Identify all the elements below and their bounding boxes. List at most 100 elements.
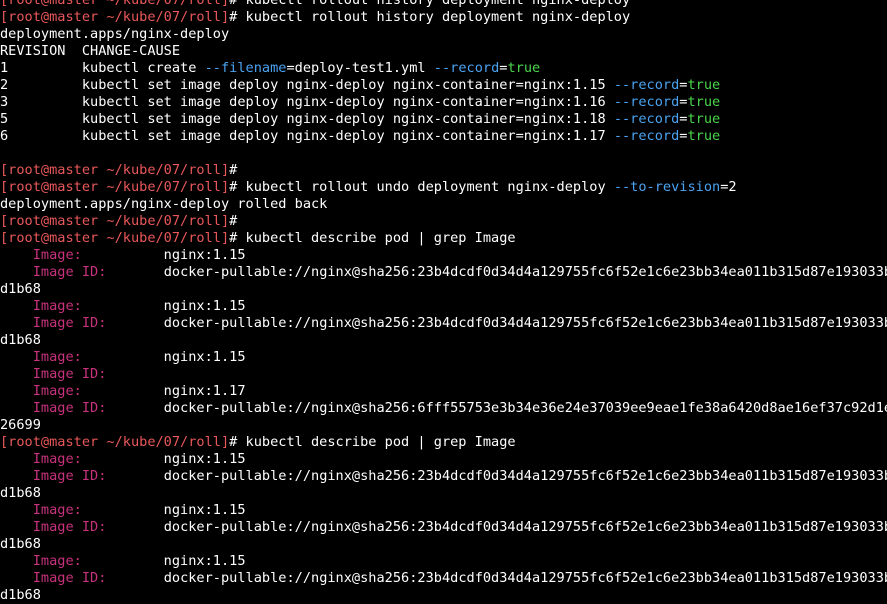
terminal-token-label: Image: bbox=[0, 553, 82, 569]
terminal-token-text: docker-pullable://nginx@sha256:23b4dcdf0… bbox=[106, 264, 887, 280]
terminal-token-text: nginx:1.15 bbox=[81, 502, 246, 518]
terminal-token-label: Image ID: bbox=[0, 366, 107, 382]
terminal-token-prompt: [root@master ~/kube/07/roll] bbox=[0, 434, 230, 450]
terminal-token-flag: --record bbox=[613, 128, 680, 144]
terminal-token-label: Image ID: bbox=[0, 468, 107, 484]
terminal-token-label: Image: bbox=[0, 383, 82, 399]
terminal-line: 26699 bbox=[0, 417, 887, 434]
terminal-token-val: true bbox=[687, 128, 721, 144]
terminal-line: [root@master ~/kube/07/roll]# kubectl ro… bbox=[0, 9, 887, 26]
terminal-token-text: docker-pullable://nginx@sha256:23b4dcdf0… bbox=[106, 315, 887, 331]
terminal-token-text: 6 kubectl set image deploy nginx-deploy … bbox=[0, 128, 614, 144]
terminal-token-text: # kubectl rollout history deployment ngi… bbox=[229, 9, 631, 25]
terminal-token-text: nginx:1.15 bbox=[81, 247, 246, 263]
terminal-token-val: true bbox=[687, 77, 721, 93]
terminal-token-text: # kubectl describe pod | grep Image bbox=[229, 434, 516, 450]
terminal-token-text: docker-pullable://nginx@sha256:23b4dcdf0… bbox=[106, 468, 887, 484]
terminal-output[interactable]: [root@master ~/kube/07/roll]# kubectl ro… bbox=[0, 0, 887, 604]
terminal-line: d1b68 bbox=[0, 587, 887, 604]
terminal-line: Image: nginx:1.15 bbox=[0, 502, 887, 519]
terminal-token-text: d1b68 bbox=[0, 281, 41, 297]
terminal-line: REVISION CHANGE-CAUSE bbox=[0, 43, 887, 60]
terminal-token-flag: --to-revision bbox=[613, 179, 721, 195]
terminal-token-flag: --record bbox=[433, 60, 500, 76]
terminal-token-text: nginx:1.15 bbox=[81, 451, 246, 467]
terminal-token-text: nginx:1.15 bbox=[81, 298, 246, 314]
terminal-line: d1b68 bbox=[0, 281, 887, 298]
terminal-token-val: true bbox=[687, 111, 721, 127]
terminal-token-label: Image: bbox=[0, 349, 82, 365]
terminal-token-text: docker-pullable://nginx@sha256:23b4dcdf0… bbox=[106, 570, 887, 586]
terminal-token-label: Image ID: bbox=[0, 264, 107, 280]
terminal-token-text: d1b68 bbox=[0, 332, 41, 348]
terminal-line: Image ID: docker-pullable://nginx@sha256… bbox=[0, 570, 887, 587]
terminal-line: d1b68 bbox=[0, 536, 887, 553]
terminal-token-text: # bbox=[229, 162, 238, 178]
terminal-line: d1b68 bbox=[0, 332, 887, 349]
terminal-token-text: docker-pullable://nginx@sha256:6fff55753… bbox=[106, 400, 887, 416]
terminal-token-val: true bbox=[507, 60, 541, 76]
terminal-line: 5 kubectl set image deploy nginx-deploy … bbox=[0, 111, 887, 128]
terminal-token-text: deployment.apps/nginx-deploy rolled back bbox=[0, 196, 328, 212]
terminal-line: Image ID: docker-pullable://nginx@sha256… bbox=[0, 315, 887, 332]
terminal-line: [root@master ~/kube/07/roll]# bbox=[0, 213, 887, 230]
terminal-token-prompt: [root@master ~/kube/07/roll] bbox=[0, 230, 230, 246]
terminal-token-val: true bbox=[687, 94, 721, 110]
terminal-token-text: =deploy-test1.yml bbox=[286, 60, 434, 76]
terminal-line: deployment.apps/nginx-deploy bbox=[0, 26, 887, 43]
terminal-line: Image ID: docker-pullable://nginx@sha256… bbox=[0, 400, 887, 417]
terminal-line: Image: nginx:1.15 bbox=[0, 349, 887, 366]
terminal-line: deployment.apps/nginx-deploy rolled back bbox=[0, 196, 887, 213]
terminal-token-label: Image ID: bbox=[0, 519, 107, 535]
terminal-line: [root@master ~/kube/07/roll]# kubectl de… bbox=[0, 230, 887, 247]
terminal-token-text: d1b68 bbox=[0, 485, 41, 501]
terminal-line: Image: nginx:1.15 bbox=[0, 553, 887, 570]
terminal-token-flag: --record bbox=[613, 94, 680, 110]
terminal-token-label: Image ID: bbox=[0, 315, 107, 331]
terminal-token-label: Image: bbox=[0, 451, 82, 467]
terminal-line: [root@master ~/kube/07/roll]# bbox=[0, 162, 887, 179]
terminal-token-text: deployment.apps/nginx-deploy bbox=[0, 26, 230, 42]
terminal-token-text: 26699 bbox=[0, 417, 41, 433]
terminal-token-flag: --record bbox=[613, 111, 680, 127]
terminal-token-text: # kubectl describe pod | grep Image bbox=[229, 230, 516, 246]
terminal-token-text: # bbox=[229, 213, 238, 229]
terminal-line: [root@master ~/kube/07/roll]# kubectl de… bbox=[0, 434, 887, 451]
terminal-token-flag: --record bbox=[613, 77, 680, 93]
terminal-token-prompt: [root@master ~/kube/07/roll] bbox=[0, 179, 230, 195]
terminal-token-text: =2 bbox=[720, 179, 737, 195]
terminal-token-label: Image ID: bbox=[0, 400, 107, 416]
terminal-line: 1 kubectl create --filename=deploy-test1… bbox=[0, 60, 887, 77]
terminal-line: 2 kubectl set image deploy nginx-deploy … bbox=[0, 77, 887, 94]
terminal-token-prompt: [root@master ~/kube/07/roll] bbox=[0, 213, 230, 229]
terminal-token-label: Image: bbox=[0, 298, 82, 314]
terminal-line: Image: nginx:1.15 bbox=[0, 247, 887, 264]
terminal-line: Image ID: docker-pullable://nginx@sha256… bbox=[0, 519, 887, 536]
terminal-line: Image: nginx:1.17 bbox=[0, 383, 887, 400]
terminal-token-text: d1b68 bbox=[0, 587, 41, 603]
terminal-token-flag: --filename bbox=[204, 60, 287, 76]
terminal-line: d1b68 bbox=[0, 485, 887, 502]
terminal-token-text: docker-pullable://nginx@sha256:23b4dcdf0… bbox=[106, 519, 887, 535]
terminal-token-text: # kubectl rollout undo deployment nginx-… bbox=[229, 179, 614, 195]
terminal-token-label: Image: bbox=[0, 502, 82, 518]
terminal-token-prompt: [root@master ~/kube/07/roll] bbox=[0, 0, 230, 8]
terminal-token-prompt: [root@master ~/kube/07/roll] bbox=[0, 9, 230, 25]
terminal-line: Image ID: bbox=[0, 366, 887, 383]
terminal-line: 6 kubectl set image deploy nginx-deploy … bbox=[0, 128, 887, 145]
terminal-line: [root@master ~/kube/07/roll]# kubectl ro… bbox=[0, 0, 887, 9]
terminal-token-text: # kubectl rollout history deployment ngi… bbox=[229, 0, 631, 8]
terminal-line: Image: nginx:1.15 bbox=[0, 298, 887, 315]
terminal-line: [root@master ~/kube/07/roll]# kubectl ro… bbox=[0, 179, 887, 196]
terminal-line: 3 kubectl set image deploy nginx-deploy … bbox=[0, 94, 887, 111]
terminal-token-prompt: [root@master ~/kube/07/roll] bbox=[0, 162, 230, 178]
terminal-line: Image ID: docker-pullable://nginx@sha256… bbox=[0, 264, 887, 281]
terminal-token-text: nginx:1.17 bbox=[81, 383, 246, 399]
terminal-token-label: Image ID: bbox=[0, 570, 107, 586]
terminal-token-text: 5 kubectl set image deploy nginx-deploy … bbox=[0, 111, 614, 127]
terminal-token-text: 3 kubectl set image deploy nginx-deploy … bbox=[0, 94, 614, 110]
terminal-token-text: 2 kubectl set image deploy nginx-deploy … bbox=[0, 77, 614, 93]
terminal-token-text: nginx:1.15 bbox=[81, 349, 246, 365]
terminal-token-text: d1b68 bbox=[0, 536, 41, 552]
terminal-line: Image: nginx:1.15 bbox=[0, 451, 887, 468]
